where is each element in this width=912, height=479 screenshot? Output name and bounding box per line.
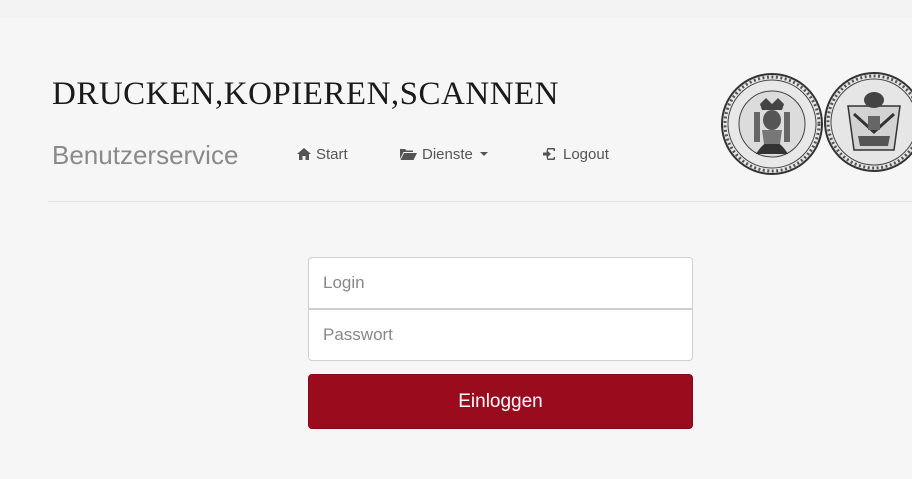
page-title: DRUCKEN,KOPIEREN,SCANNEN	[52, 76, 560, 112]
nav-start[interactable]: Start	[297, 147, 348, 163]
folder-open-icon	[400, 148, 417, 163]
login-button[interactable]: Einloggen	[308, 374, 693, 429]
login-input[interactable]	[308, 257, 693, 309]
nav-logout[interactable]: Logout	[543, 147, 609, 163]
password-input[interactable]	[308, 309, 693, 361]
top-strip	[0, 0, 912, 18]
home-icon	[297, 148, 311, 163]
nav-dienste-dropdown[interactable]: Dienste	[400, 147, 488, 163]
university-seal-right-icon	[824, 72, 912, 172]
nav-dienste-label: Dienste	[422, 146, 473, 163]
brand-link[interactable]: Benutzerservice	[52, 142, 238, 168]
sign-out-icon	[543, 148, 558, 163]
university-seal-left-icon	[721, 73, 823, 175]
nav-logout-label: Logout	[563, 146, 609, 163]
header-divider	[48, 201, 912, 202]
caret-down-icon	[479, 152, 488, 156]
nav-start-label: Start	[316, 146, 348, 163]
